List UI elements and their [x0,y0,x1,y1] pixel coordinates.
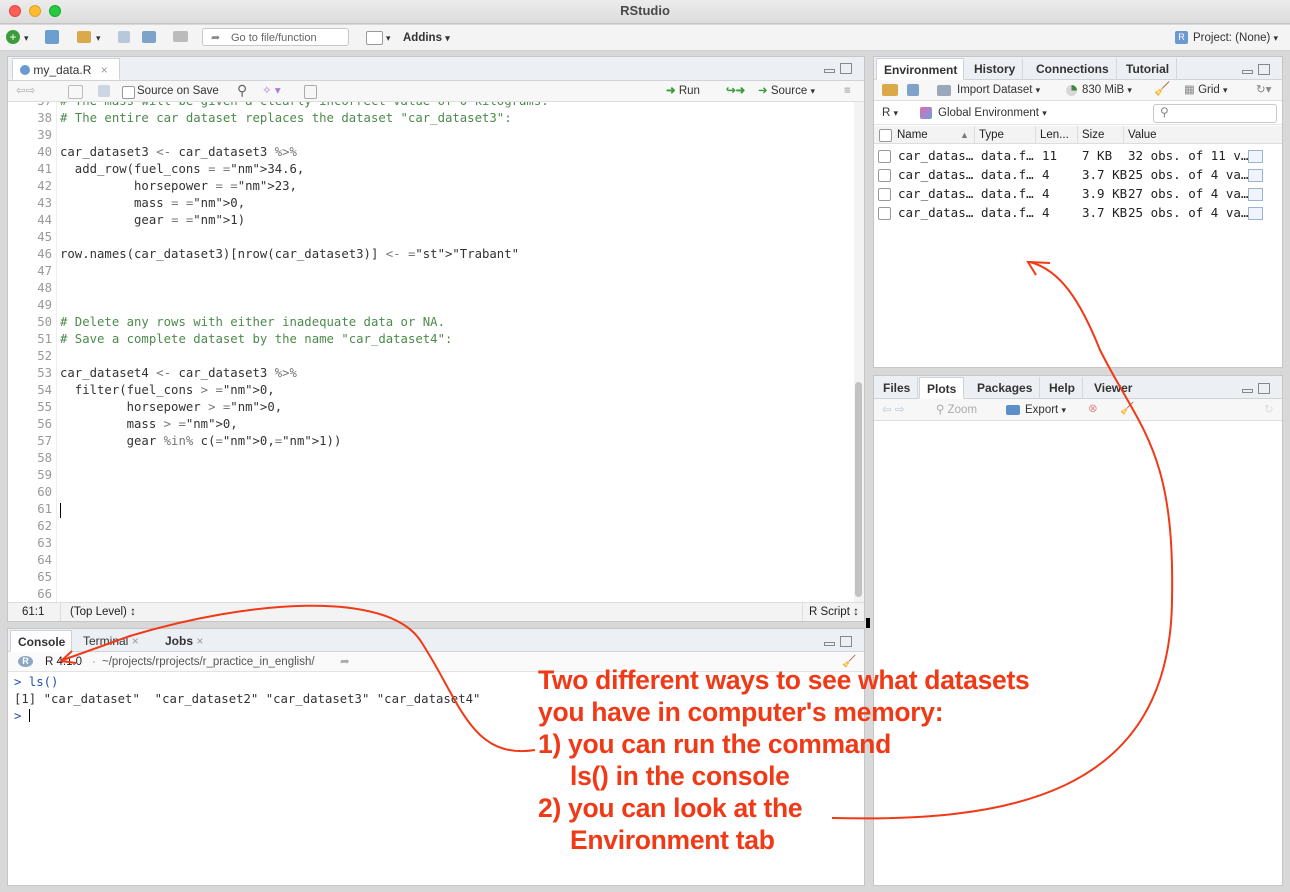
annotation-line: 1) you can run the command [538,729,891,759]
annotation-line: ls() in the console [570,761,790,791]
annotation-line: Two different ways to see what datasets [538,665,1030,695]
arrow-to-console [62,604,536,753]
annotation-line: Environment tab [570,825,775,855]
annotation-line: 2) you can look at the [538,793,803,823]
annotation-line: you have in computer's memory: [538,697,944,727]
annotation-text: Two different ways to see what datasets y… [538,664,1138,864]
